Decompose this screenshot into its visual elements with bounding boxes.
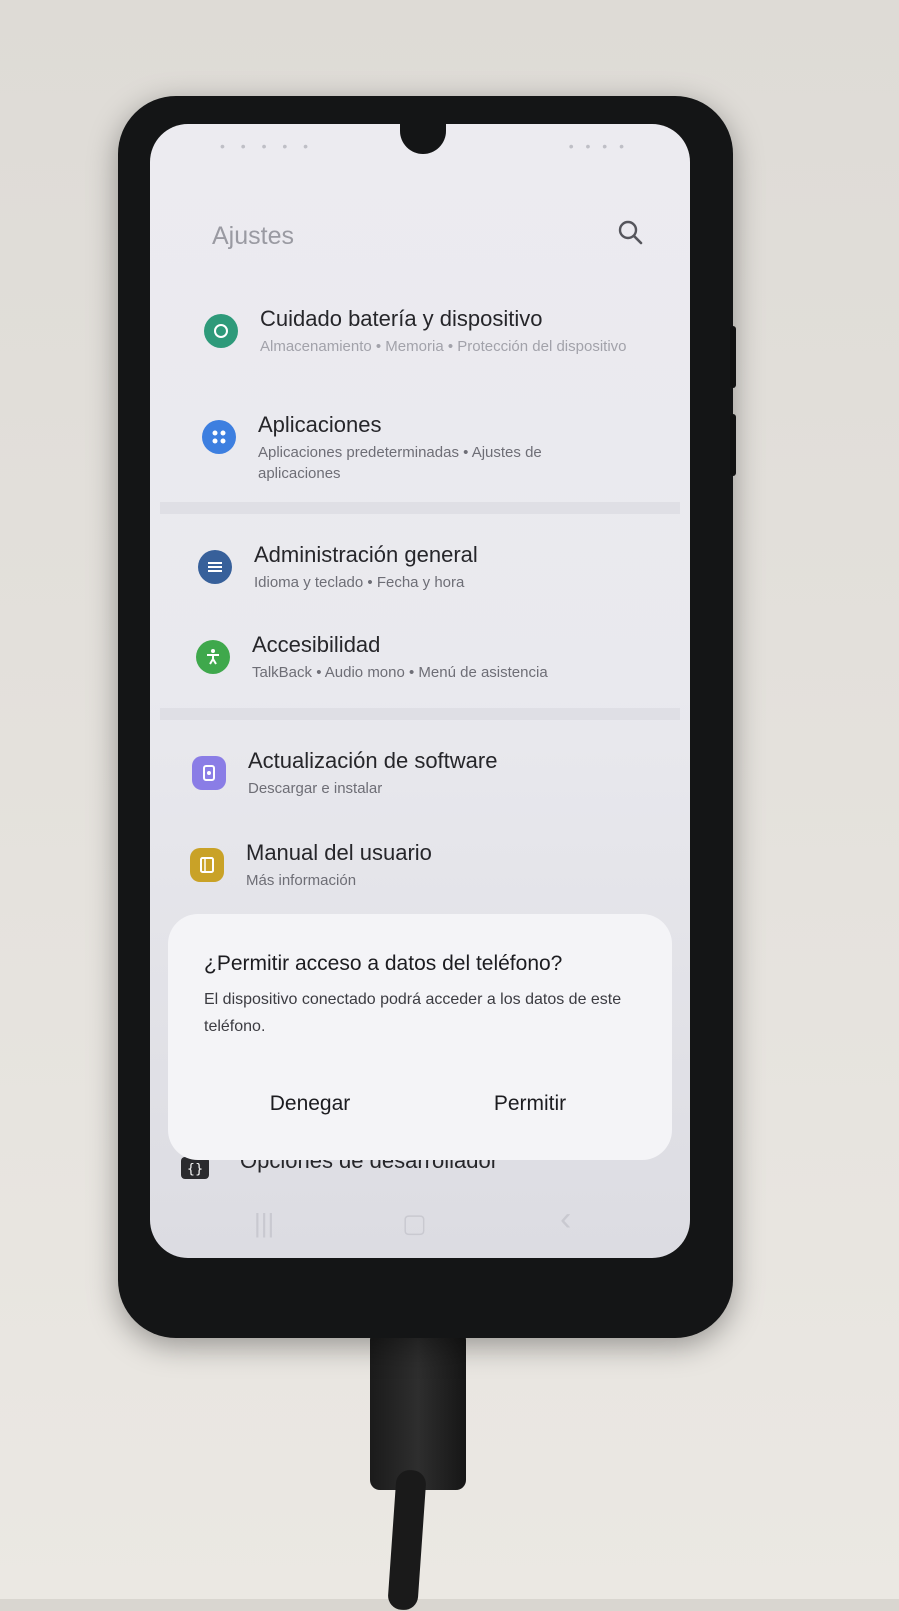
settings-item-label: Manual del usuario xyxy=(246,840,432,865)
settings-item-sub: Aplicaciones predeterminadas • Ajustes d… xyxy=(258,444,542,482)
divider xyxy=(160,502,680,514)
status-right-icons: • • • • xyxy=(568,138,628,154)
dialog-body: El dispositivo conectado podrá acceder a… xyxy=(204,991,622,1035)
settings-item-software-update[interactable]: Actualización de software Descargar e in… xyxy=(192,748,632,828)
settings-item-label: Cuidado batería y dispositivo xyxy=(260,306,543,331)
settings-item-user-manual[interactable]: Manual del usuario Más información xyxy=(190,840,630,920)
settings-item-general-management[interactable]: Administración general Idioma y teclado … xyxy=(198,542,638,622)
deny-button[interactable]: Denegar xyxy=(210,1084,410,1124)
dialog-title: ¿Permitir acceso a datos del teléfono? xyxy=(204,952,563,975)
sliders-icon xyxy=(198,550,232,584)
settings-item-developer-options[interactable]: {} Opciones de desarrollador xyxy=(180,1148,660,1194)
settings-item-label: Actualización de software xyxy=(248,748,498,773)
user-manual-icon xyxy=(190,848,224,882)
settings-item-label: Aplicaciones xyxy=(258,412,382,437)
settings-item-sub: Almacenamiento • Memoria • Protección de… xyxy=(260,338,627,355)
power-button xyxy=(730,414,736,476)
settings-item-label: Accesibilidad xyxy=(252,632,381,657)
search-icon[interactable] xyxy=(616,218,646,248)
settings-item-label: Administración general xyxy=(254,542,478,567)
settings-item-sub: Descargar e instalar xyxy=(248,780,383,797)
page-title: Ajustes xyxy=(212,222,294,250)
settings-item-sub: Más información xyxy=(246,872,357,889)
home-button[interactable]: ▢ xyxy=(402,1208,427,1239)
settings-item-sub: TalkBack • Audio mono • Menú de asistenc… xyxy=(252,664,548,681)
navigation-bar: ||| ▢ ‹ xyxy=(150,1196,690,1258)
apps-icon xyxy=(202,420,236,454)
status-bar: • • • • • • • • • xyxy=(150,138,690,158)
svg-text:{}: {} xyxy=(187,1162,204,1177)
permission-dialog: ¿Permitir acceso a datos del teléfono? E… xyxy=(168,914,672,1160)
allow-button[interactable]: Permitir xyxy=(430,1084,630,1124)
settings-item-sub: Idioma y teclado • Fecha y hora xyxy=(254,574,465,591)
settings-item-device-care[interactable]: Cuidado batería y dispositivo Almacenami… xyxy=(204,306,644,386)
settings-item-apps[interactable]: Aplicaciones Aplicaciones predeterminada… xyxy=(202,412,642,492)
recents-button[interactable]: ||| xyxy=(254,1208,274,1239)
usb-cable-connector xyxy=(370,1330,466,1490)
phone-screen: • • • • • • • • • Ajustes Cuidado baterí… xyxy=(150,124,690,1258)
device-care-icon xyxy=(204,314,238,348)
settings-item-accessibility[interactable]: Accesibilidad TalkBack • Audio mono • Me… xyxy=(196,632,636,712)
accessibility-icon xyxy=(196,640,230,674)
divider xyxy=(160,708,680,720)
software-update-icon xyxy=(192,756,226,790)
back-button[interactable]: ‹ xyxy=(560,1200,571,1239)
volume-button xyxy=(730,326,736,388)
status-left-icons: • • • • • xyxy=(220,138,315,154)
